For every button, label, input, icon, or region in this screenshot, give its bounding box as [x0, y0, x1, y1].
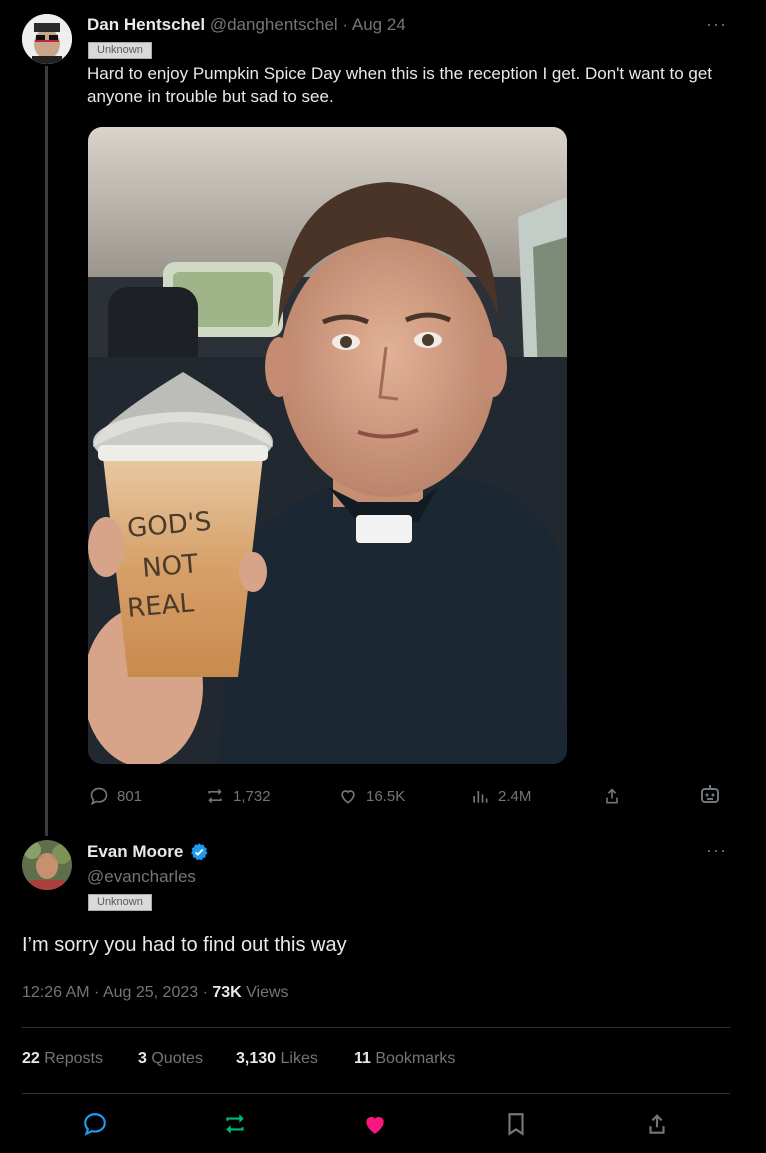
- heart-filled-icon: [366, 1116, 384, 1134]
- repost-button[interactable]: 1,732: [205, 786, 271, 806]
- quotes-stat[interactable]: 3 Quotes: [138, 1050, 203, 1068]
- avatar-image: [22, 14, 72, 64]
- more-options-icon[interactable]: ···: [706, 14, 727, 35]
- tweet-timestamp-row: 12:26 AM · Aug 25, 2023 · 73K Views: [22, 984, 289, 1002]
- like-button[interactable]: 16.5K: [338, 786, 405, 806]
- tweet2-author-row: Evan Moore: [87, 842, 209, 862]
- repost-count: 1,732: [233, 787, 271, 805]
- avatar-dan-hentschel[interactable]: [22, 14, 72, 64]
- bookmarks-stat[interactable]: 11 Bookmarks: [354, 1050, 455, 1068]
- avatar-evan-moore[interactable]: [22, 840, 72, 890]
- share-button[interactable]: [644, 1111, 670, 1142]
- reply-icon: [84, 1113, 106, 1136]
- author-handle[interactable]: @danghentschel: [210, 15, 338, 34]
- author-name[interactable]: Evan Moore: [87, 842, 183, 862]
- cup-writing-line3: REAL: [126, 588, 196, 624]
- reposts-stat[interactable]: 22 Reposts: [22, 1050, 103, 1068]
- reply-icon: [90, 787, 108, 806]
- likes-stat[interactable]: 3,130 Likes: [236, 1050, 318, 1068]
- unknown-badge: Unknown: [88, 892, 152, 911]
- bookmark-icon: [508, 1113, 524, 1136]
- avatar-image: [22, 840, 72, 890]
- grok-button[interactable]: [698, 782, 722, 806]
- tweet1-header: Dan Hentschel @danghentschel · Aug 24: [87, 15, 406, 35]
- likes-count: 3,130: [236, 1050, 277, 1067]
- robot-icon: [701, 785, 719, 803]
- quotes-label: Quotes: [146, 1050, 203, 1067]
- thread-connector-line: [45, 66, 48, 836]
- divider: [22, 1093, 730, 1094]
- reply-button[interactable]: 801: [89, 786, 142, 806]
- reply-button[interactable]: [82, 1111, 108, 1142]
- repost-button[interactable]: [222, 1111, 248, 1142]
- timestamp[interactable]: 12:26 AM · Aug 25, 2023 ·: [22, 984, 212, 1001]
- unknown-badge: Unknown: [88, 40, 152, 59]
- selfie-photo-image: GOD'S NOT REAL: [88, 127, 567, 764]
- share-button[interactable]: [602, 786, 622, 806]
- divider: [22, 1027, 730, 1028]
- bookmark-button[interactable]: [503, 1111, 529, 1142]
- likes-label: Likes: [276, 1050, 318, 1067]
- reposts-label: Reposts: [39, 1050, 103, 1067]
- heart-icon: [341, 790, 355, 804]
- views-count: 73K: [212, 984, 242, 1001]
- reposts-count: 22: [22, 1050, 40, 1067]
- cup-writing-line2: NOT: [141, 549, 199, 584]
- share-icon: [649, 1114, 665, 1134]
- repost-icon: [226, 1114, 244, 1134]
- quotes-count: 3: [138, 1050, 147, 1067]
- reply-count: 801: [117, 787, 143, 805]
- like-count: 16.5K: [366, 787, 406, 805]
- views-label: Views: [241, 984, 289, 1001]
- badge-label: Unknown: [88, 42, 152, 59]
- bookmarks-count: 11: [354, 1050, 371, 1067]
- like-button[interactable]: [362, 1111, 388, 1142]
- more-options-icon[interactable]: ···: [706, 840, 727, 861]
- tweet-photo[interactable]: GOD'S NOT REAL: [88, 127, 567, 764]
- tweet-text: I’m sorry you had to find out this way: [22, 934, 347, 956]
- repost-icon: [208, 788, 222, 804]
- tweet-date[interactable]: · Aug 24: [342, 15, 405, 34]
- share-icon: [606, 788, 618, 804]
- views-chart-icon: [473, 791, 488, 803]
- bookmarks-label: Bookmarks: [370, 1050, 456, 1067]
- verified-badge-icon: [191, 843, 208, 861]
- author-handle[interactable]: @evancharles: [87, 867, 196, 887]
- badge-label: Unknown: [88, 894, 152, 911]
- author-name[interactable]: Dan Hentschel: [87, 15, 205, 34]
- views-count: 2.4M: [498, 787, 532, 805]
- views-button[interactable]: 2.4M: [470, 786, 531, 806]
- tweet-text: Hard to enjoy Pumpkin Spice Day when thi…: [87, 64, 713, 106]
